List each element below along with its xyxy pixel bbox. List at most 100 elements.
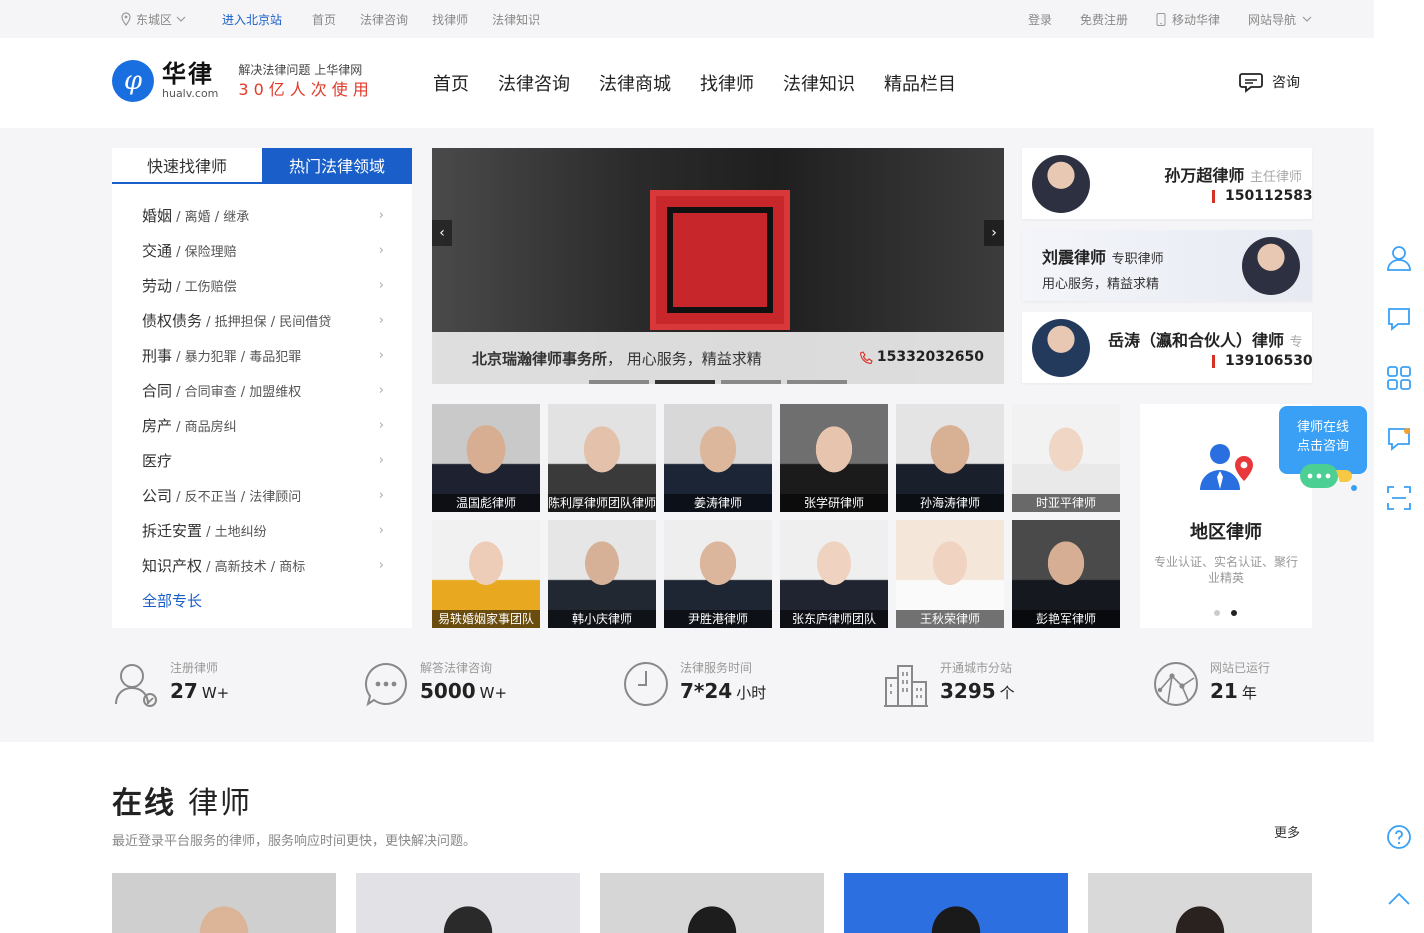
top-link-knowledge[interactable]: 法律知识 xyxy=(492,11,540,28)
featured-lawyer-card[interactable]: 岳涛（瀛和合伙人）律师 专 13910653045 xyxy=(1022,312,1312,383)
lawyer-tile[interactable]: 孙海涛律师 xyxy=(896,404,1004,512)
lawyer-tile[interactable]: 陈利厚律师团队律师 xyxy=(548,404,656,512)
banner-dot[interactable] xyxy=(589,380,649,384)
lawyer-role: 主任律师 xyxy=(1249,170,1302,185)
seal-image xyxy=(650,190,790,330)
featured-lawyer-card[interactable]: 刘震律师 专职律师 用心服务，精益求精 xyxy=(1022,230,1312,301)
banner-next-button[interactable]: › xyxy=(984,220,1004,246)
site-nav-link[interactable]: 网站导航 xyxy=(1248,11,1312,28)
menu-item-company[interactable]: 公司 / 反不正当 / 法律顾问 › xyxy=(112,478,412,513)
banner-dot[interactable] xyxy=(721,380,781,384)
lawyer-tile[interactable]: 彭艳军律师 xyxy=(1012,520,1120,628)
menu-item-criminal[interactable]: 刑事 / 暴力犯罪 / 毒品犯罪 › xyxy=(112,338,412,373)
banner-dot[interactable] xyxy=(655,380,715,384)
location-selector[interactable]: 东城区 xyxy=(120,11,186,28)
online-lawyer-card[interactable] xyxy=(112,873,336,933)
top-link-home[interactable]: 首页 xyxy=(312,11,336,28)
tab-quick-find[interactable]: 快速找律师 xyxy=(112,148,262,182)
logo[interactable]: φ 华律 hualv.com 解决法律问题 上华律网 30亿人次使用 xyxy=(112,60,374,102)
chevron-right-icon: › xyxy=(378,453,384,468)
region-title: 地区律师 xyxy=(1190,522,1262,543)
section-subtitle: 最近登录平台服务的律师，服务响应时间更快，更快解决问题。 xyxy=(112,834,477,849)
banner-firm: 北京瑞瀚律师事务所 xyxy=(472,350,608,368)
lawyer-tile[interactable]: 温国彪律师 xyxy=(432,404,540,512)
online-lawyer-card[interactable] xyxy=(844,873,1068,933)
banner-phone: 15332032650 xyxy=(876,349,984,365)
location-icon xyxy=(121,12,131,26)
menu-item-ip[interactable]: 知识产权 / 高新技术 / 商标 › xyxy=(112,548,412,583)
lawyer-tile[interactable]: 张东庐律师团队 xyxy=(780,520,888,628)
menu-item-marriage[interactable]: 婚姻 / 离婚 / 继承 › xyxy=(112,198,412,233)
top-link-consult[interactable]: 法律咨询 xyxy=(360,11,408,28)
region-dot[interactable] xyxy=(1214,610,1220,616)
stat-label: 网站已运行 xyxy=(1210,661,1271,675)
enter-beijing-link[interactable]: 进入北京站 xyxy=(222,11,282,28)
menu-item-traffic[interactable]: 交通 / 保险理赔 › xyxy=(112,233,412,268)
nav-mall[interactable]: 法律商城 xyxy=(599,70,671,96)
hero-banner[interactable]: ‹ › 北京瑞瀚律师事务所， 用心服务，精益求精 15332032650 xyxy=(432,148,1004,384)
online-lawyer-card[interactable] xyxy=(1088,873,1312,933)
banner-caption: 北京瑞瀚律师事务所， 用心服务，精益求精 15332032650 xyxy=(432,332,1004,384)
banner-tagline: ， 用心服务，精益求精 xyxy=(607,350,762,368)
nav-find-lawyer[interactable]: 找律师 xyxy=(700,70,754,96)
featured-lawyer-card[interactable]: 孙万超律师 主任律师 15011258353 xyxy=(1022,148,1312,219)
nav-premium[interactable]: 精品栏目 xyxy=(884,70,956,96)
grid-icon[interactable] xyxy=(1386,365,1412,391)
online-lawyer-card[interactable] xyxy=(356,873,580,933)
section-title-rest: 律师 xyxy=(188,786,252,821)
menu-item-labor[interactable]: 劳动 / 工伤赔偿 › xyxy=(112,268,412,303)
lawyer-tile-name: 孙海涛律师 xyxy=(896,494,1004,512)
mobile-link[interactable]: 移动华律 xyxy=(1156,11,1220,28)
banner-pagination xyxy=(589,380,847,384)
more-link[interactable]: 更多 xyxy=(1274,822,1300,841)
lawyer-tile[interactable]: 张学研律师 xyxy=(780,404,888,512)
nav-home[interactable]: 首页 xyxy=(433,70,469,96)
stat-city-branches: 开通城市分站 3295 个 xyxy=(882,660,1015,708)
scan-icon[interactable] xyxy=(1386,485,1412,511)
menu-item-sub: / 商品房纠 xyxy=(172,420,237,435)
chevron-right-icon: › xyxy=(378,488,384,503)
nav-consult[interactable]: 法律咨询 xyxy=(498,70,570,96)
lawyer-tile[interactable]: 韩小庆律师 xyxy=(548,520,656,628)
banner-prev-button[interactable]: ‹ xyxy=(432,220,452,246)
stat-unit: W+ xyxy=(479,684,508,702)
menu-item-main: 债权债务 xyxy=(142,312,203,330)
chevron-down-icon xyxy=(1302,16,1312,22)
lawyer-tile-name: 张东庐律师团队 xyxy=(780,610,888,628)
nav-knowledge[interactable]: 法律知识 xyxy=(783,70,855,96)
menu-item-realestate[interactable]: 房产 / 商品房纠 › xyxy=(112,408,412,443)
region-dot[interactable] xyxy=(1231,610,1237,616)
menu-item-demolition[interactable]: 拆迁安置 / 土地纠纷 › xyxy=(112,513,412,548)
phone-icon xyxy=(1156,12,1166,26)
lawyer-tile[interactable]: 易轶婚姻家事团队 xyxy=(432,520,540,628)
consult-chat-icon[interactable] xyxy=(1386,426,1412,452)
help-icon[interactable] xyxy=(1386,824,1412,850)
lawyer-tile-name: 温国彪律师 xyxy=(432,494,540,512)
lawyer-tile[interactable]: 时亚平律师 xyxy=(1012,404,1120,512)
menu-item-sub: / 工伤赔偿 xyxy=(172,280,237,295)
menu-item-main: 刑事 xyxy=(142,347,173,365)
banner-dot[interactable] xyxy=(787,380,847,384)
tab-hot-fields[interactable]: 热门法律领域 xyxy=(262,148,412,182)
building-icon xyxy=(884,665,928,707)
back-to-top-icon[interactable] xyxy=(1386,886,1412,912)
menu-item-contract[interactable]: 合同 / 合同审查 / 加盟维权 › xyxy=(112,373,412,408)
lawyer-tile[interactable]: 姜涛律师 xyxy=(664,404,772,512)
message-icon[interactable] xyxy=(1386,306,1412,332)
consult-button[interactable]: 咨询 xyxy=(1238,71,1300,93)
login-link[interactable]: 登录 xyxy=(1028,11,1052,28)
register-link[interactable]: 免费注册 xyxy=(1080,11,1128,28)
lawyer-tile[interactable]: 尹胜港律师 xyxy=(664,520,772,628)
menu-item-medical[interactable]: 医疗 › xyxy=(112,443,412,478)
lawyer-tile[interactable]: 王秋荣律师 xyxy=(896,520,1004,628)
stat-site-running: 网站已运行 21 年 xyxy=(1152,660,1270,708)
menu-item-sub: / 反不正当 / 法律顾问 xyxy=(172,490,302,505)
menu-item-sub: / 合同审查 / 加盟维权 xyxy=(172,385,302,400)
lawyer-tile-name: 尹胜港律师 xyxy=(664,610,772,628)
user-icon[interactable] xyxy=(1386,245,1412,271)
top-link-find-lawyer[interactable]: 找律师 xyxy=(432,11,468,28)
all-specialties-link[interactable]: 全部专长 xyxy=(112,583,412,618)
menu-item-debt[interactable]: 债权债务 / 抵押担保 / 民间借贷 › xyxy=(112,303,412,338)
online-lawyer-card[interactable] xyxy=(600,873,824,933)
lawyer-name: 岳涛（瀛和合伙人）律师 xyxy=(1108,331,1285,350)
